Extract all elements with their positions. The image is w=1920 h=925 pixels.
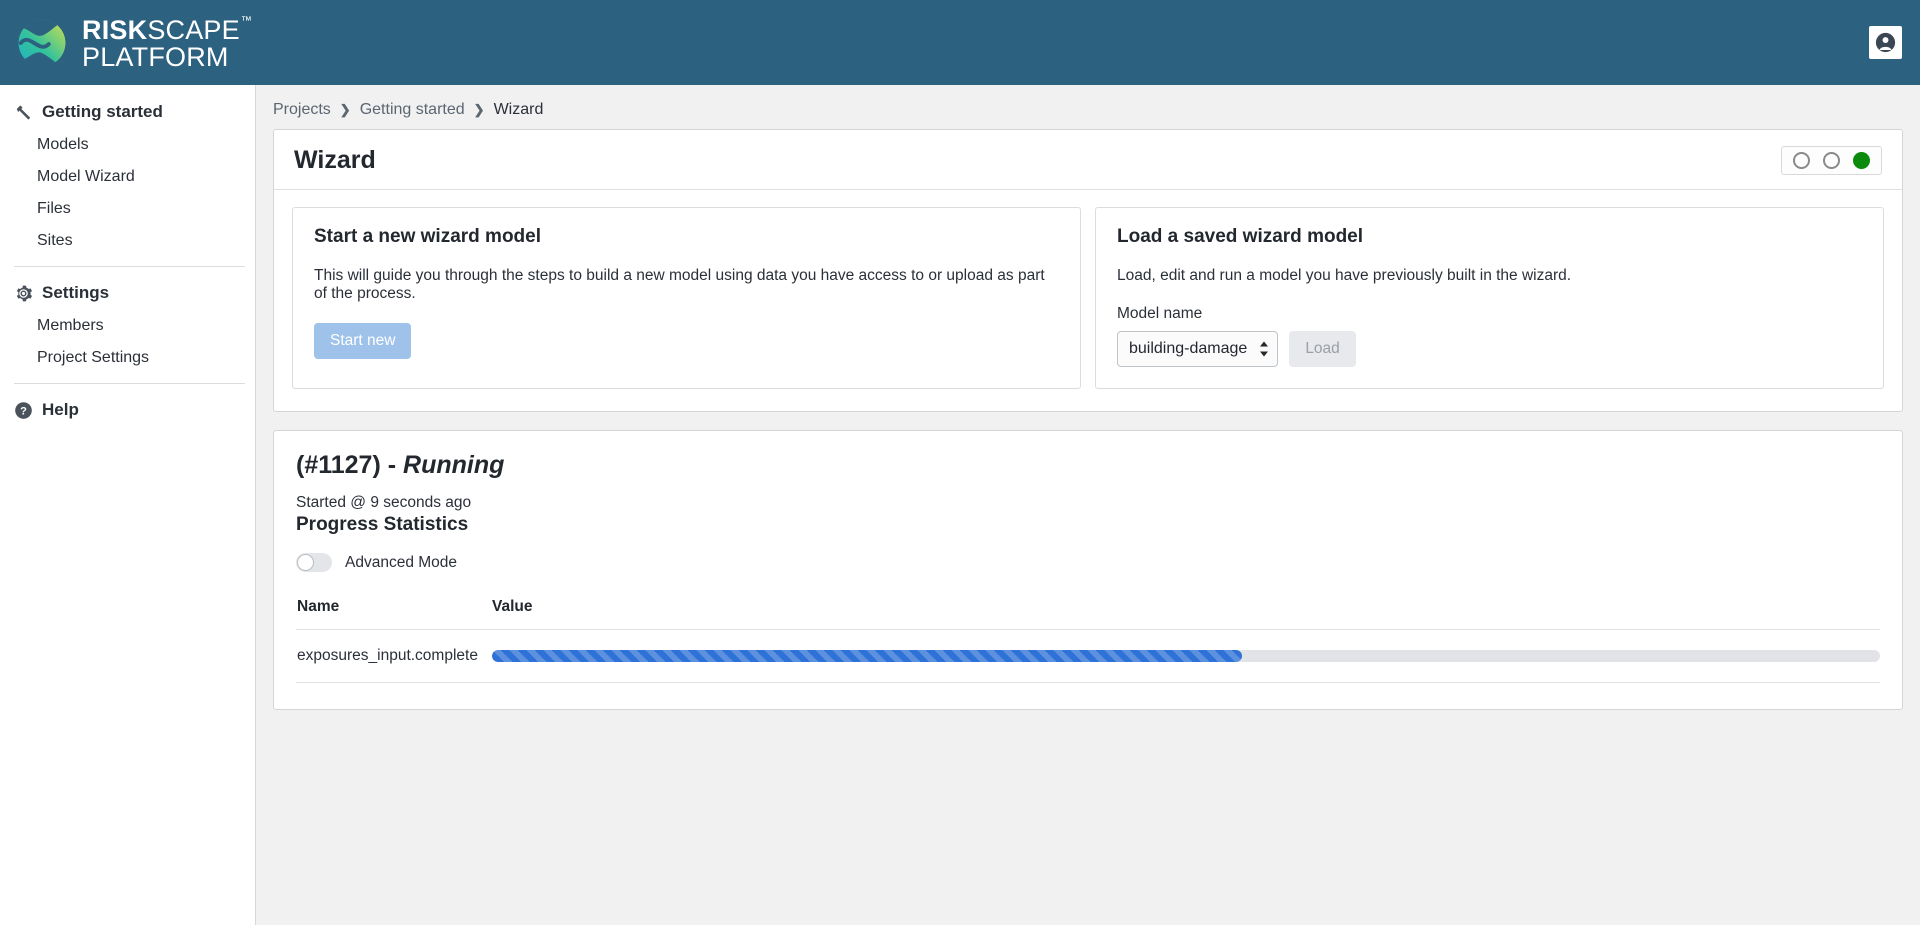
wizard-card-header: Wizard — [274, 130, 1902, 190]
page-title: Wizard — [294, 146, 376, 174]
model-name-field-row: building-damage Load — [1117, 331, 1862, 367]
table-header-row: Name Value — [296, 598, 1880, 630]
riskscape-globe-logo-icon — [18, 18, 66, 67]
table-header-value: Value — [492, 598, 1880, 630]
sidebar-item-help[interactable]: ? Help — [0, 393, 255, 427]
sidebar-item-settings[interactable]: Settings — [0, 276, 255, 310]
progress-bar-fill — [492, 650, 1242, 662]
select-updown-chevron-icon — [1259, 341, 1268, 357]
advanced-mode-label: Advanced Mode — [345, 553, 458, 571]
brand-trademark: ™ — [240, 15, 253, 28]
sidebar-item-model-wizard[interactable]: Model Wizard — [0, 161, 255, 193]
breadcrumb-item-getting-started[interactable]: Getting started — [360, 101, 465, 119]
load-saved-panel-title: Load a saved wizard model — [1117, 226, 1364, 247]
breadcrumb-separator-icon: ❯ — [473, 102, 485, 117]
sidebar-group-settings: Settings Members Project Settings — [0, 276, 255, 374]
start-new-model-panel: Start a new wizard model This will guide… — [292, 207, 1081, 389]
run-id: (#1127) - — [296, 451, 404, 479]
start-new-button[interactable]: Start new — [314, 323, 412, 359]
sidebar-item-models[interactable]: Models — [0, 129, 255, 161]
wizard-card: Wizard Start a new wizard model This wil… — [273, 129, 1903, 412]
run-status-label: Running — [403, 451, 505, 479]
sidebar-group-getting-started: Getting started Models Model Wizard File… — [0, 95, 255, 257]
model-name-select[interactable]: building-damage — [1117, 331, 1279, 367]
sidebar-group-label: Getting started — [42, 102, 163, 121]
stat-name: exposures_input.complete — [296, 629, 492, 683]
sidebar-item-getting-started[interactable]: Getting started — [0, 95, 255, 129]
load-button[interactable]: Load — [1289, 331, 1356, 367]
sidebar-item-project-settings[interactable]: Project Settings — [0, 342, 255, 374]
sidebar-group-help: ? Help — [0, 393, 255, 427]
table-row: exposures_input.complete — [296, 629, 1880, 683]
sidebar-group-label: Settings — [42, 283, 110, 302]
top-header-bar: RISKSCAPE™ PLATFORM — [0, 0, 1920, 85]
status-dot-1[interactable] — [1793, 152, 1810, 169]
sidebar-nav: Getting started Models Model Wizard File… — [0, 85, 256, 925]
toggle-knob — [297, 554, 314, 571]
status-dot-2[interactable] — [1823, 152, 1840, 169]
model-run-card: (#1127) - Running Started @ 9 seconds ag… — [273, 430, 1903, 710]
progress-bar-track — [492, 650, 1880, 662]
load-saved-panel-description: Load, edit and run a model you have prev… — [1117, 267, 1572, 284]
model-name-label: Model name — [1117, 305, 1203, 322]
brand-name-rest: SCAPE — [147, 15, 240, 46]
sidebar-item-sites[interactable]: Sites — [0, 225, 255, 257]
breadcrumb-separator-icon: ❯ — [339, 102, 351, 117]
run-title: (#1127) - Running — [296, 451, 1880, 480]
breadcrumb-item-wizard: Wizard — [493, 101, 544, 118]
gear-icon — [16, 285, 33, 301]
table-header-name: Name — [296, 598, 492, 630]
run-started-timestamp: Started @ 9 seconds ago — [296, 494, 472, 511]
load-saved-model-panel: Load a saved wizard model Load, edit and… — [1095, 207, 1884, 389]
advanced-mode-toggle[interactable] — [296, 553, 332, 572]
sidebar-divider-2 — [14, 383, 245, 384]
main-content-area: Projects ❯ Getting started ❯ Wizard Wiza… — [256, 85, 1920, 925]
breadcrumb-item-projects[interactable]: Projects — [273, 101, 331, 119]
hammer-icon — [16, 104, 31, 120]
start-new-panel-title: Start a new wizard model — [314, 226, 541, 247]
brand-logo-block[interactable]: RISKSCAPE™ PLATFORM — [0, 15, 253, 72]
start-new-panel-description: This will guide you through the steps to… — [314, 267, 1045, 302]
brand-wordmark: RISKSCAPE™ PLATFORM — [82, 15, 253, 72]
stat-value-cell — [492, 629, 1880, 683]
sidebar-group-label: Help — [42, 400, 79, 419]
status-indicator-group[interactable] — [1781, 146, 1882, 175]
advanced-mode-row: Advanced Mode — [296, 553, 1880, 572]
user-account-icon — [1875, 32, 1896, 53]
progress-statistics-table: Name Value exposures_input.complete — [296, 598, 1880, 683]
breadcrumb: Projects ❯ Getting started ❯ Wizard — [256, 85, 1920, 129]
sidebar-item-members[interactable]: Members — [0, 310, 255, 342]
sidebar-item-files[interactable]: Files — [0, 193, 255, 225]
user-account-button[interactable] — [1869, 26, 1902, 59]
progress-statistics-heading: Progress Statistics — [296, 514, 469, 535]
brand-name-bold: RISK — [82, 15, 148, 46]
brand-platform-label: PLATFORM — [82, 41, 229, 72]
sidebar-divider-1 — [14, 266, 245, 267]
status-dot-3-active[interactable] — [1853, 152, 1870, 169]
wizard-panels: Start a new wizard model This will guide… — [274, 190, 1902, 411]
question-circle-icon: ? — [15, 401, 32, 419]
svg-text:?: ? — [20, 405, 27, 417]
model-name-select-value: building-damage — [1129, 340, 1248, 357]
